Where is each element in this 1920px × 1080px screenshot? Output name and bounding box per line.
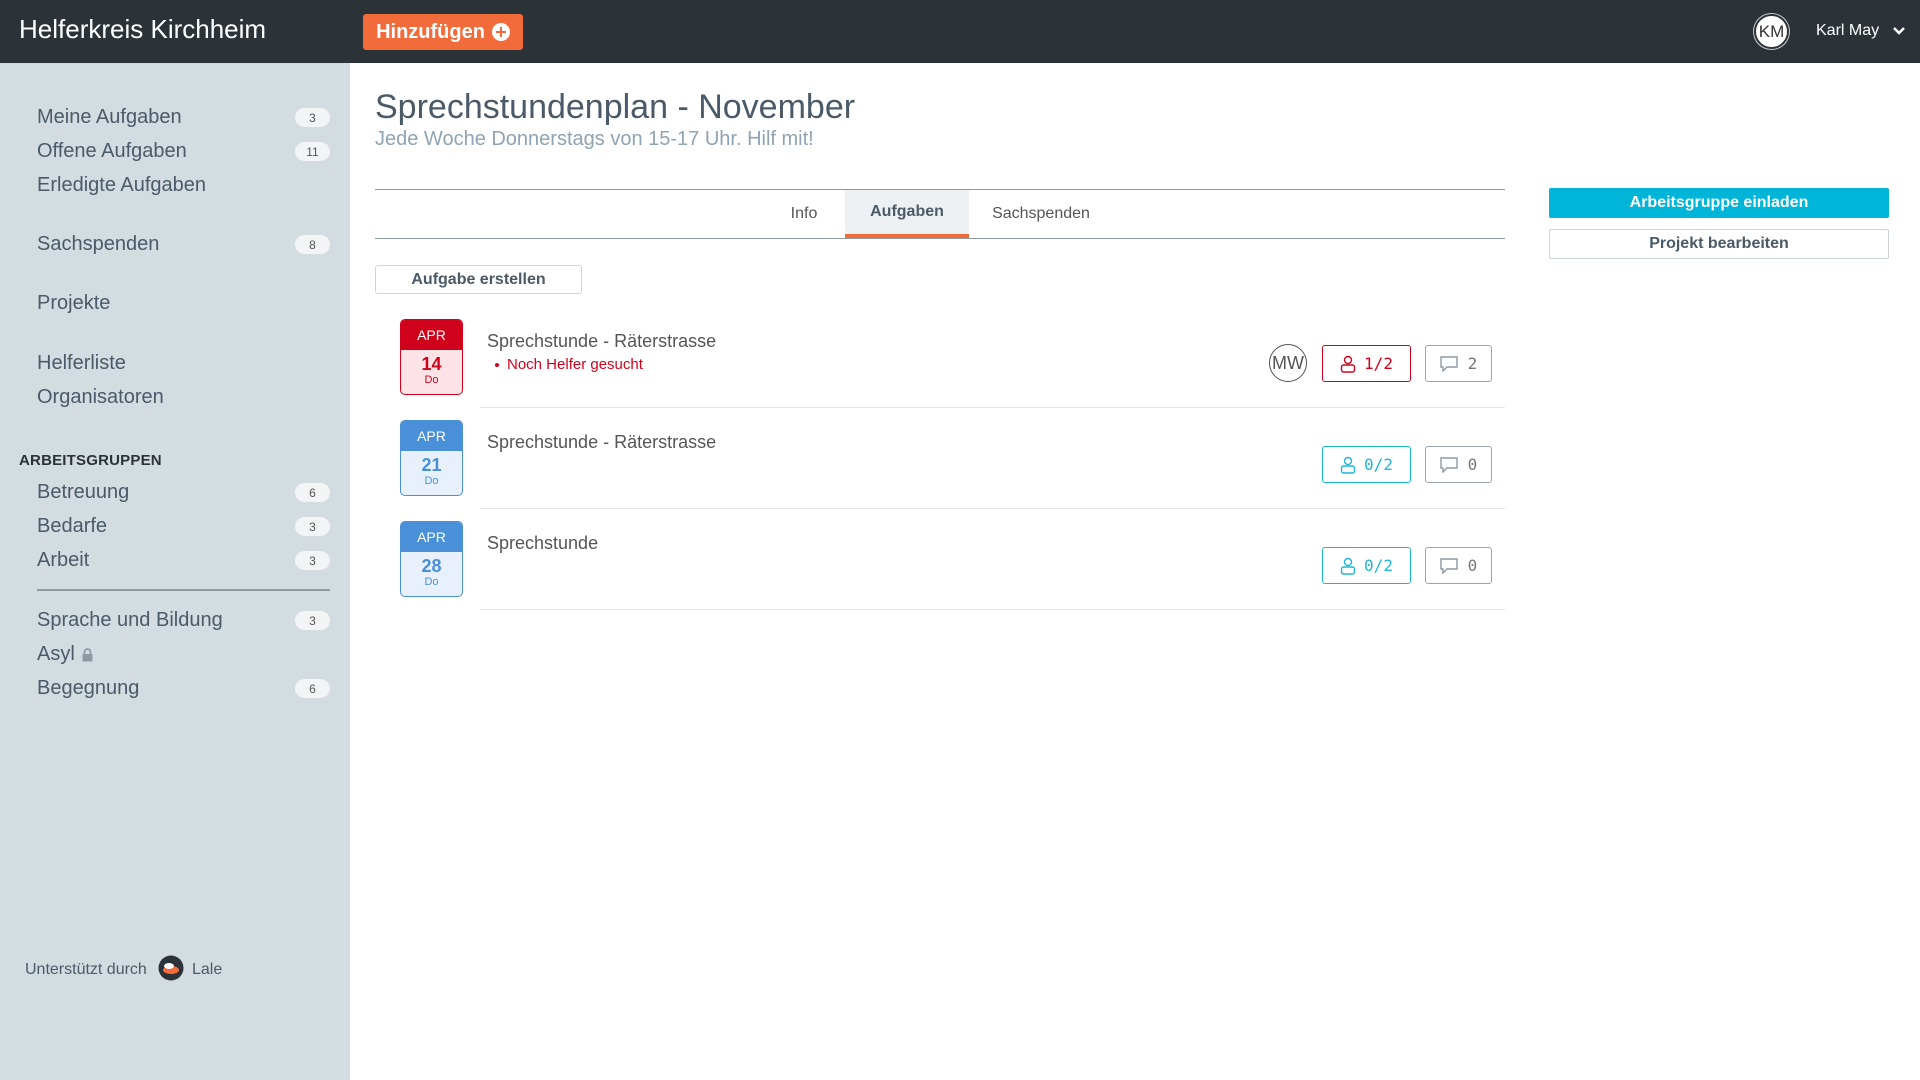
invite-workgroup-button[interactable]: Arbeitsgruppe einladen (1549, 188, 1889, 218)
count-badge: 3 (295, 108, 330, 127)
comments-button[interactable]: 0 (1425, 547, 1492, 584)
sidebar-item-helferliste[interactable]: Helferliste (37, 352, 126, 375)
helper-slots-button[interactable]: 0/2 (1322, 446, 1411, 483)
add-button-label: Hinzufügen (376, 20, 485, 43)
sidebar-item-offene-aufgaben[interactable]: Offene Aufgaben (37, 140, 187, 163)
sidebar-item-erledigte-aufgaben[interactable]: Erledigte Aufgaben (37, 174, 206, 197)
comment-icon (1439, 557, 1458, 574)
tabs-bottom-rule (375, 238, 1505, 239)
task-title[interactable]: Sprechstunde - Räterstrasse (487, 432, 716, 453)
task-title[interactable]: Sprechstunde - Räterstrasse (487, 331, 716, 352)
task-row[interactable]: APR 14 Do Sprechstunde - Räterstrasse No… (400, 319, 1505, 420)
helper-avatar[interactable]: MW (1269, 344, 1307, 382)
count-badge: 3 (295, 517, 330, 536)
comments-count: 0 (1467, 455, 1478, 474)
sidebar-item-label: Asyl (37, 643, 75, 665)
sidebar: Meine Aufgaben 3 Offene Aufgaben 11 Erle… (0, 63, 350, 1080)
task-row[interactable]: APR 28 Do Sprechstunde 0/2 0 (400, 521, 1505, 622)
page-title: Sprechstundenplan - November (375, 88, 856, 126)
create-task-button[interactable]: Aufgabe erstellen (375, 265, 582, 294)
user-name[interactable]: Karl May (1816, 22, 1879, 40)
count-badge: 6 (295, 679, 330, 698)
date-weekday: Do (424, 374, 439, 386)
tab-aufgaben[interactable]: Aufgaben (845, 190, 969, 238)
date-day: 28 (421, 556, 442, 576)
sidebar-item-arbeit[interactable]: Arbeit (37, 549, 89, 572)
helper-slots-label: 1/2 (1364, 354, 1393, 373)
sidebar-item-begegnung[interactable]: Begegnung (37, 677, 139, 700)
footer-brand[interactable]: Lale (192, 961, 222, 979)
status-dot-icon (495, 363, 499, 368)
footer-text: Unterstützt durch (25, 961, 147, 978)
count-badge: 3 (295, 611, 330, 630)
sidebar-item-sachspenden[interactable]: Sachspenden (37, 233, 159, 256)
top-bar: Helferkreis Kirchheim Hinzufügen KM Karl… (0, 0, 1920, 63)
chevron-down-icon[interactable] (1893, 25, 1905, 37)
date-badge: APR 14 Do (400, 319, 463, 395)
task-status: Noch Helfer gesucht (495, 356, 643, 373)
date-day: 14 (421, 354, 442, 374)
row-divider (480, 609, 1505, 610)
row-divider (480, 508, 1505, 509)
row-divider (480, 407, 1505, 408)
tab-sachspenden[interactable]: Sachspenden (978, 190, 1104, 238)
date-weekday: Do (424, 576, 439, 588)
comment-icon (1439, 355, 1458, 372)
helper-slots-label: 0/2 (1364, 556, 1393, 575)
sidebar-item-meine-aufgaben[interactable]: Meine Aufgaben (37, 106, 182, 129)
lock-icon (82, 647, 93, 662)
tab-info[interactable]: Info (771, 190, 837, 238)
sidebar-item-betreuung[interactable]: Betreuung (37, 481, 129, 504)
comments-button[interactable]: 2 (1425, 345, 1492, 382)
sidebar-item-sprache-und-bildung[interactable]: Sprache und Bildung (37, 609, 223, 632)
task-status-label: Noch Helfer gesucht (507, 356, 643, 373)
date-month: APR (401, 522, 462, 552)
count-badge: 8 (295, 235, 330, 254)
sidebar-divider (37, 589, 330, 591)
count-badge: 3 (295, 551, 330, 570)
page-subtitle: Jede Woche Donnerstags von 15-17 Uhr. Hi… (375, 128, 814, 150)
sidebar-item-organisatoren[interactable]: Organisatoren (37, 386, 164, 409)
comments-button[interactable]: 0 (1425, 446, 1492, 483)
user-icon (1340, 456, 1356, 474)
date-weekday: Do (424, 475, 439, 487)
date-day: 21 (421, 455, 442, 475)
sidebar-item-projekte[interactable]: Projekte (37, 292, 110, 315)
comments-count: 0 (1467, 556, 1478, 575)
user-icon (1340, 557, 1356, 575)
comment-icon (1439, 456, 1458, 473)
lale-logo-icon (158, 955, 184, 981)
plus-circle-icon (491, 23, 510, 41)
helper-slots-button[interactable]: 0/2 (1322, 547, 1411, 584)
comments-count: 2 (1467, 354, 1478, 373)
sidebar-item-asyl[interactable]: Asyl (37, 643, 93, 666)
section-label-arbeitsgruppen: ARBEITSGRUPPEN (19, 452, 162, 469)
date-month: APR (401, 320, 462, 350)
date-badge: APR 28 Do (400, 521, 463, 597)
count-badge: 6 (295, 483, 330, 502)
avatar[interactable]: KM (1754, 14, 1789, 49)
date-month: APR (401, 421, 462, 451)
app-title[interactable]: Helferkreis Kirchheim (19, 14, 266, 45)
date-badge: APR 21 Do (400, 420, 463, 496)
task-row[interactable]: APR 21 Do Sprechstunde - Räterstrasse 0/… (400, 420, 1505, 521)
add-button[interactable]: Hinzufügen (363, 14, 523, 50)
user-icon (1340, 355, 1356, 373)
task-title[interactable]: Sprechstunde (487, 533, 598, 554)
edit-project-button[interactable]: Projekt bearbeiten (1549, 229, 1889, 259)
sidebar-item-bedarfe[interactable]: Bedarfe (37, 515, 107, 538)
helper-slots-label: 0/2 (1364, 455, 1393, 474)
helper-slots-button[interactable]: 1/2 (1322, 345, 1411, 382)
count-badge: 11 (295, 142, 330, 161)
